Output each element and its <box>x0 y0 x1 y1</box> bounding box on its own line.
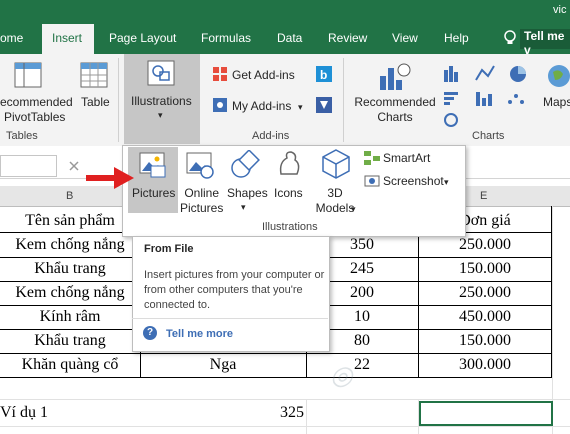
recommended-pivottables-label-2: PivotTables <box>4 110 66 124</box>
icons-button[interactable]: Icons <box>274 186 303 201</box>
shapes-button[interactable]: Shapes <box>227 186 268 201</box>
recommended-charts-label-2: Charts <box>377 110 413 124</box>
group-label-charts: Charts <box>472 130 505 142</box>
chevron-down-icon: ▾ <box>444 177 449 187</box>
table-cell: 300.000 <box>459 356 511 373</box>
tab-review[interactable]: Review <box>328 31 367 45</box>
ribbon-separator <box>118 58 119 142</box>
tab-view[interactable]: View <box>392 31 418 45</box>
table-cell: Khẩu trang <box>34 332 106 349</box>
table-cell: Khẩu trang <box>34 260 106 277</box>
chevron-down-icon: ▾ <box>298 102 303 112</box>
window-title: vic <box>553 4 567 16</box>
chevron-down-icon: ▾ <box>351 204 356 214</box>
watermark: ◎ <box>330 360 353 390</box>
my-addins-icon <box>213 98 227 112</box>
online-pictures-label-1: Online <box>184 186 220 200</box>
group-label-tables: Tables <box>6 130 38 142</box>
globe-icon <box>548 65 570 87</box>
illustrations-label: Illustrations <box>131 94 192 108</box>
table-cell: 250.000 <box>459 284 511 301</box>
tab-help[interactable]: Help <box>444 31 469 45</box>
grid-line <box>0 426 570 427</box>
recommended-charts-label-1: Recommended <box>354 95 436 109</box>
pictures-button[interactable]: Pictures <box>132 186 175 201</box>
chevron-down-icon: ▾ <box>158 110 163 120</box>
icons-icon <box>279 151 300 175</box>
name-box[interactable] <box>0 155 57 177</box>
tab-page-layout[interactable]: Page Layout <box>109 31 176 45</box>
tell-me-search[interactable]: Tell me v <box>520 29 570 57</box>
bing-icon[interactable]: b <box>316 66 332 82</box>
smartart-icon <box>364 151 380 165</box>
ribbon-separator <box>343 58 344 142</box>
smartart-button[interactable]: SmartArt <box>383 151 430 166</box>
column-header-b[interactable]: B <box>66 190 73 202</box>
selected-cell[interactable] <box>419 401 553 426</box>
tab-formulas[interactable]: Formulas <box>201 31 251 45</box>
table-cell: 250.000 <box>459 236 511 253</box>
table-cell: Kem chống nắng <box>15 236 125 253</box>
tooltip-divider <box>132 318 328 319</box>
grid-line <box>0 399 570 400</box>
footer-label: Ví dụ 1 <box>0 404 48 421</box>
shapes-icon <box>231 150 260 178</box>
online-pictures-button[interactable]: Online Pictures <box>180 186 223 216</box>
svg-text:b: b <box>320 68 327 82</box>
group-label-addins: Add-ins <box>252 130 290 142</box>
table-cell: 22 <box>354 356 370 373</box>
table-cell: Khăn quàng cổ <box>21 356 119 373</box>
table-cell: Nga <box>209 356 237 373</box>
dropdown-group-label: Illustrations <box>262 221 318 233</box>
online-pictures-icon <box>186 152 214 179</box>
table-border <box>0 353 552 354</box>
chevron-down-icon: ▾ <box>241 202 246 212</box>
table-cell: 150.000 <box>459 332 511 349</box>
tab-insert[interactable]: Insert <box>52 31 82 45</box>
help-icon: ? <box>143 326 157 340</box>
table-button[interactable]: Table <box>81 95 110 110</box>
table-cell: 450.000 <box>459 308 511 325</box>
tab-home[interactable]: ome <box>0 31 23 45</box>
red-arrow-annotation <box>86 167 134 189</box>
my-addins-button[interactable]: My Add-ins <box>232 99 291 114</box>
column-header-e[interactable]: E <box>480 190 487 202</box>
maps-button[interactable]: Maps <box>543 95 570 110</box>
lightbulb-icon <box>504 30 516 44</box>
recommended-charts-icon <box>380 63 411 90</box>
table-border <box>551 206 552 377</box>
footer-value: 325 <box>280 404 304 421</box>
tooltip-title: From File <box>144 243 194 255</box>
3d-models-label-1: 3D <box>327 186 343 200</box>
store-icon <box>213 67 227 81</box>
grid-line <box>552 206 553 434</box>
recommended-pivottables-button[interactable]: ecommended PivotTables <box>0 95 73 125</box>
table-icon <box>80 62 108 88</box>
recommended-charts-button[interactable]: Recommended Charts <box>354 95 436 125</box>
tooltip-body: Insert pictures from your computer or fr… <box>144 269 325 311</box>
screenshot-button[interactable]: Screenshot <box>383 174 444 189</box>
online-pictures-label-2: Pictures <box>180 201 224 215</box>
illustrations-icon <box>147 60 175 86</box>
tell-me-more-link[interactable]: Tell me more <box>166 328 233 340</box>
get-addins-button[interactable]: Get Add-ins <box>232 68 295 83</box>
table-cell: 150.000 <box>459 260 511 277</box>
chart-types-icons[interactable] <box>442 62 532 130</box>
recommended-pivottables-label-1: ecommended <box>0 95 73 109</box>
table-cell: Kem chống nắng <box>15 284 125 301</box>
tab-data[interactable]: Data <box>277 31 302 45</box>
recommended-pivottables-icon <box>14 62 42 88</box>
3d-models-icon <box>322 149 350 179</box>
visio-icon[interactable] <box>316 97 332 113</box>
header-product-name: Tên sản phẩm <box>25 212 115 229</box>
table-cell: Kính râm <box>39 308 101 325</box>
close-icon[interactable] <box>68 160 80 172</box>
pictures-icon <box>139 152 166 178</box>
table-border <box>0 377 552 378</box>
grid-line <box>306 399 307 434</box>
screenshot-icon <box>364 175 380 187</box>
